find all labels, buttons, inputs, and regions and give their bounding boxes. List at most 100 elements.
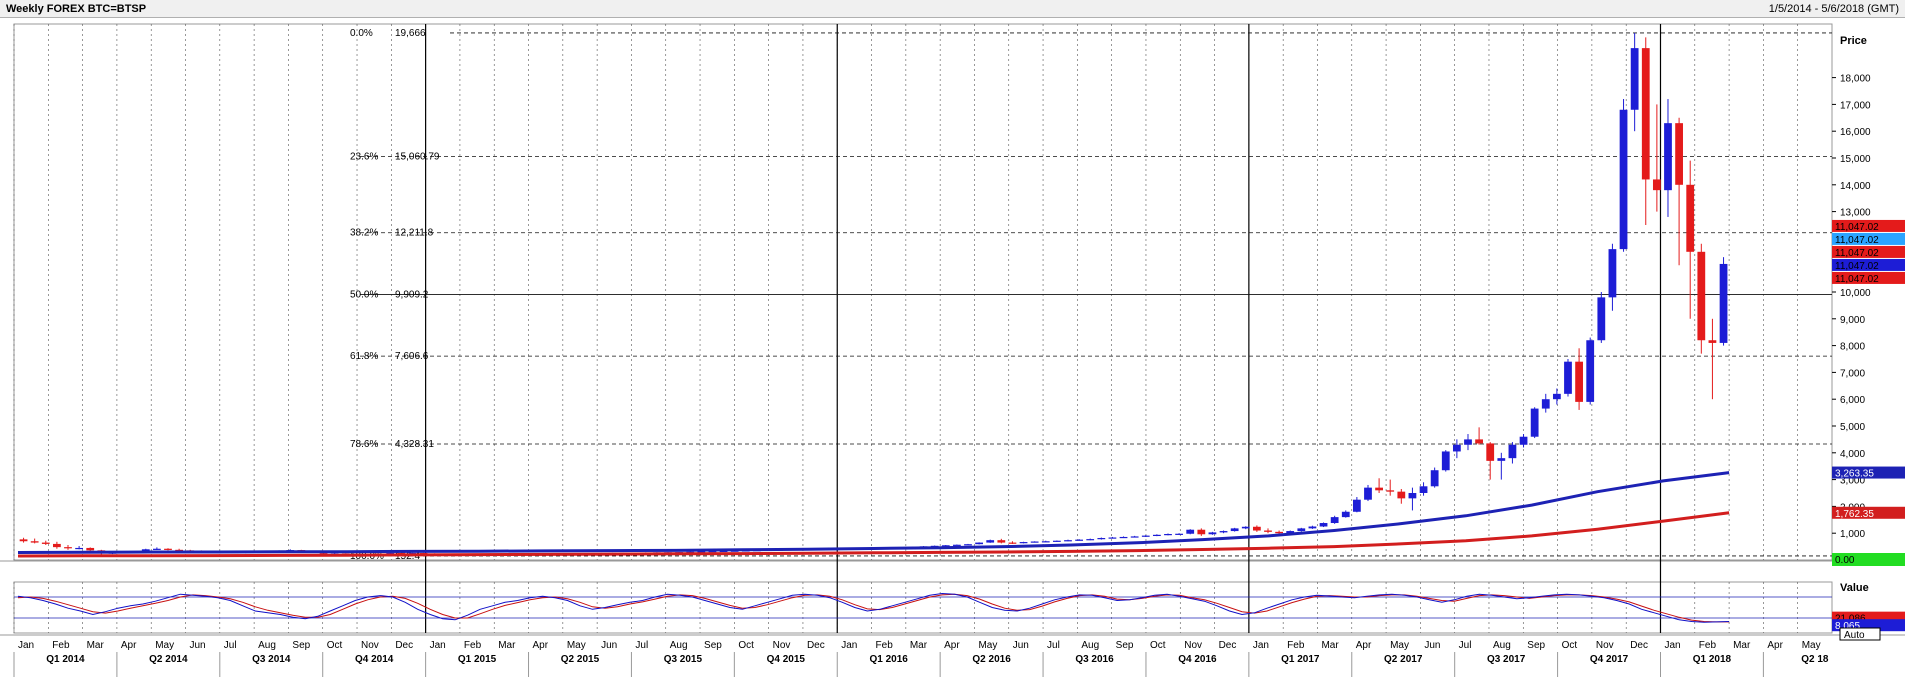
y-tick-label: 13,000 <box>1840 208 1871 219</box>
candle-body <box>64 547 72 549</box>
y-tick-label: 15,000 <box>1840 154 1871 165</box>
fib-pct-label: 61.8% <box>350 351 378 362</box>
auto-scale-label: Auto <box>1844 630 1865 641</box>
month-label: Apr <box>533 640 549 651</box>
candle-body <box>52 543 61 548</box>
month-label: Dec <box>1630 640 1648 651</box>
month-label: Sep <box>704 640 722 651</box>
quarter-label: Q4 2014 <box>355 654 394 665</box>
candle-body <box>1275 531 1283 534</box>
quarter-label: Q4 2015 <box>767 654 806 665</box>
candle-body <box>1141 535 1150 537</box>
candle-body <box>975 542 983 545</box>
stochastic-panel <box>13 581 1833 634</box>
candle-body <box>1508 444 1517 459</box>
candle-body <box>1352 499 1361 512</box>
y-tick-label: 10,000 <box>1840 288 1871 299</box>
month-label: Sep <box>292 640 310 651</box>
candle-body <box>1530 408 1539 437</box>
month-label: Aug <box>258 640 276 651</box>
candle-body <box>997 540 1006 543</box>
quarter-label: Q2 2016 <box>972 654 1011 665</box>
fib-value-label: 9,909.2 <box>395 289 429 300</box>
month-label: Feb <box>464 640 482 651</box>
month-label: Jan <box>1253 640 1269 651</box>
candle-body <box>1197 529 1206 535</box>
quarter-label: Q4 2016 <box>1178 654 1217 665</box>
candle-body <box>1308 526 1317 529</box>
fib-value-label: 19,666 <box>395 28 426 39</box>
candle-body <box>1630 48 1639 110</box>
candle-body <box>1464 439 1472 445</box>
candle-body <box>1175 533 1183 535</box>
candle-body <box>1664 123 1672 191</box>
y-tick-label: 8,000 <box>1840 342 1865 353</box>
candle-body <box>1486 443 1495 461</box>
candle-body <box>1419 486 1428 493</box>
candle-body <box>1319 523 1328 527</box>
month-label: Oct <box>1150 640 1166 651</box>
fib-value-label: 7,606.6 <box>395 351 429 362</box>
month-label: Jul <box>1459 640 1472 651</box>
candle-body <box>1708 340 1717 343</box>
candle-body <box>1219 531 1228 533</box>
candle-body <box>1019 542 1028 544</box>
month-label: Jun <box>601 640 617 651</box>
month-label: Feb <box>1287 640 1305 651</box>
candle-body <box>164 548 172 550</box>
month-label: Feb <box>52 640 70 651</box>
candle-body <box>1330 517 1339 524</box>
quarter-label: Q1 2015 <box>458 654 497 665</box>
month-label: Feb <box>876 640 894 651</box>
y-tick-label: 4,000 <box>1840 449 1865 460</box>
month-label: Jan <box>1664 640 1680 651</box>
candle-body <box>1652 179 1661 191</box>
fib-value-label: 12,211.8 <box>395 228 434 239</box>
month-label: Apr <box>121 640 137 651</box>
candle-body <box>1497 458 1506 461</box>
y-tick-label: 17,000 <box>1840 100 1871 111</box>
y-tick-label: 7,000 <box>1840 368 1865 379</box>
price-tag-text: 11,047.02 <box>1835 235 1879 246</box>
month-label: Sep <box>1116 640 1134 651</box>
candle-body <box>1375 487 1383 491</box>
candle-body <box>1075 539 1083 541</box>
month-label: Mar <box>87 640 105 651</box>
candle-body <box>1064 540 1072 542</box>
month-label: Jun <box>190 640 206 651</box>
quarter-label: Q3 2014 <box>252 654 291 665</box>
month-label: Apr <box>1767 640 1783 651</box>
quarter-label: Q1 2014 <box>46 654 85 665</box>
fib-pct-label: 50.0% <box>350 289 378 300</box>
month-label: May <box>155 640 174 651</box>
chart-canvas[interactable]: Jan Feb Mar Apr May Jun Jul Aug Sep Oct Nov Dec Jan F… <box>0 0 1905 677</box>
month-label: May <box>567 640 586 651</box>
month-label: Oct <box>738 640 754 651</box>
quarter-label: Q2 2015 <box>561 654 600 665</box>
month-label: Jun <box>1424 640 1440 651</box>
candle-body <box>1564 361 1572 394</box>
price-axis-label: Price <box>1840 35 1867 47</box>
candle-body <box>1130 536 1139 538</box>
y-tick-label: 1,000 <box>1840 529 1865 540</box>
month-label: Oct <box>327 640 343 651</box>
quarter-label: Q3 2016 <box>1075 654 1114 665</box>
candle-body <box>1097 538 1106 540</box>
candle-body <box>1597 297 1606 341</box>
month-label: Jan <box>841 640 857 651</box>
candle-body <box>1541 399 1550 409</box>
candle-body <box>1719 263 1728 343</box>
quarter-label: Q3 2017 <box>1487 654 1526 665</box>
candle-body <box>30 541 39 543</box>
candle-body <box>1697 251 1706 341</box>
month-label: Jan <box>18 640 34 651</box>
month-label: Oct <box>1562 640 1578 651</box>
price-tag-text: 11,047.02 <box>1835 274 1879 285</box>
candle-body <box>1252 526 1261 531</box>
candle-body <box>1619 109 1628 250</box>
month-label: Apr <box>944 640 960 651</box>
candle-body <box>1441 451 1450 471</box>
y-tick-label: 18,000 <box>1840 74 1871 85</box>
candle-body <box>1552 393 1561 400</box>
quarter-label: Q2 18 <box>1801 654 1829 665</box>
